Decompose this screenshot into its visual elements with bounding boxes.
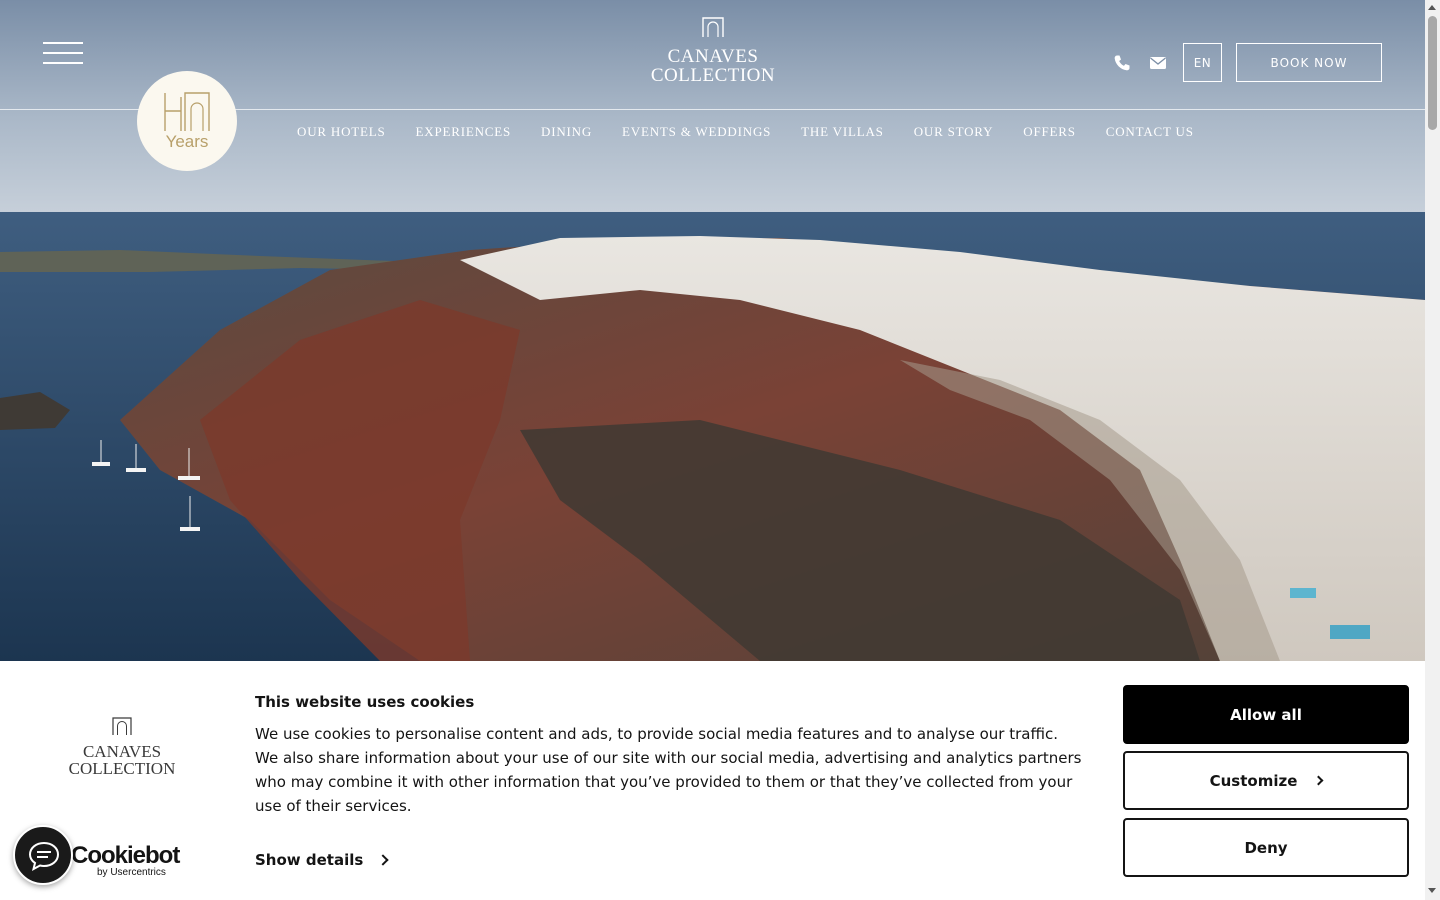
scrollbar-thumb[interactable] — [1428, 16, 1437, 130]
nav-contact-us[interactable]: CONTACT US — [1106, 124, 1194, 140]
customize-label: Customize — [1209, 771, 1298, 790]
cookie-description: We use cookies to personalise content an… — [255, 725, 1082, 815]
deny-label: Deny — [1244, 838, 1288, 857]
menu-line — [43, 42, 83, 44]
hamburger-menu-icon[interactable] — [43, 42, 83, 66]
language-selector[interactable]: EN — [1183, 43, 1222, 82]
hero-section: CANAVES COLLECTION EN BOOK NOW Years OUR… — [0, 0, 1425, 661]
forty-years-emblem — [164, 92, 210, 131]
anniversary-badge[interactable]: Years — [137, 71, 237, 171]
show-details-label: Show details — [255, 851, 364, 869]
customize-button[interactable]: Customize — [1123, 751, 1409, 810]
arch-logo-icon — [702, 17, 724, 37]
arch-logo-icon — [112, 717, 132, 735]
nav-our-hotels[interactable]: OUR HOTELS — [297, 124, 386, 140]
book-now-button[interactable]: BOOK NOW — [1236, 43, 1382, 82]
cookie-logo-line2: COLLECTION — [68, 759, 176, 778]
logo-text-line2: COLLECTION — [650, 65, 776, 86]
cookiebot-link[interactable]: Cookiebot by Usercentrics — [71, 842, 180, 878]
chat-widget-button[interactable] — [13, 825, 73, 885]
nav-our-story[interactable]: OUR STORY — [914, 124, 994, 140]
nav-offers[interactable]: OFFERS — [1023, 124, 1076, 140]
cookie-brand-logo: CANAVES COLLECTION — [60, 716, 184, 777]
nav-the-villas[interactable]: THE VILLAS — [801, 124, 884, 140]
badge-years-label: Years — [165, 132, 209, 151]
envelope-icon[interactable] — [1150, 56, 1166, 70]
deny-button[interactable]: Deny — [1123, 818, 1409, 877]
cookie-consent-banner: CANAVES COLLECTION Cookiebot by Usercent… — [0, 661, 1425, 900]
allow-all-button[interactable]: Allow all — [1123, 685, 1409, 744]
logo-text-line1: CANAVES — [667, 46, 759, 67]
show-details-link[interactable]: Show details — [255, 851, 389, 869]
page-scrollbar[interactable] — [1425, 0, 1440, 900]
allow-all-label: Allow all — [1230, 705, 1302, 724]
canaves-logo[interactable]: CANAVES COLLECTION — [633, 16, 793, 86]
menu-line — [43, 52, 83, 54]
menu-line — [43, 62, 83, 64]
cookiebot-by: by Usercentrics — [97, 867, 166, 878]
main-navigation: OUR HOTELS EXPERIENCES DINING EVENTS & W… — [297, 124, 1224, 140]
chevron-right-icon — [1313, 775, 1324, 786]
cookie-title: This website uses cookies — [255, 693, 475, 711]
scroll-down-arrow-icon[interactable] — [1428, 888, 1436, 893]
cookiebot-name: Cookiebot — [71, 842, 180, 869]
chat-bubble-icon — [28, 841, 60, 871]
chevron-right-icon — [377, 854, 389, 866]
phone-icon[interactable] — [1113, 54, 1131, 72]
nav-experiences[interactable]: EXPERIENCES — [416, 124, 511, 140]
nav-events-weddings[interactable]: EVENTS & WEDDINGS — [622, 124, 771, 140]
scroll-up-arrow-icon[interactable] — [1428, 5, 1436, 10]
nav-dining[interactable]: DINING — [541, 124, 592, 140]
cookie-logo-line1: CANAVES — [82, 742, 162, 761]
